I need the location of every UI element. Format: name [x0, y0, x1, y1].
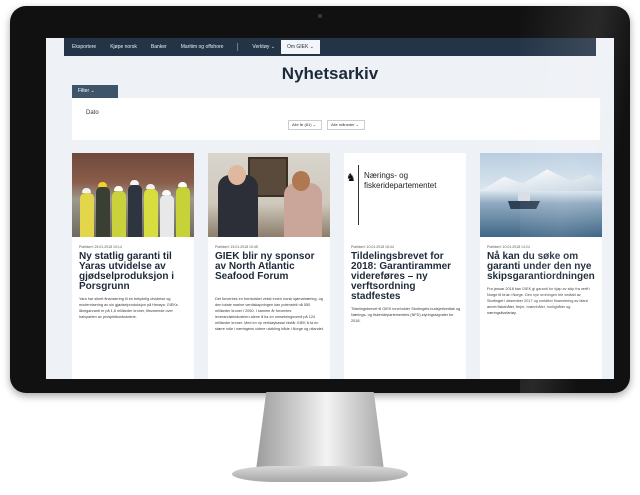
nav-item-verktoy[interactable]: Verktøy ⌄	[252, 44, 275, 50]
top-navigation: Eksportere Kjøpe norsk Banker Maritim og…	[64, 38, 596, 56]
ministry-logo: ♞ Nærings- og fiskeridepartementet	[344, 153, 466, 237]
card-title[interactable]: Nå kan du søke om garanti under den nye …	[487, 252, 599, 282]
apple-logo-icon	[312, 373, 328, 389]
nav-item-om-giek[interactable]: Om GIEK ⌄	[280, 40, 320, 54]
camera-icon	[318, 14, 322, 18]
nav-divider	[237, 43, 239, 51]
news-card[interactable]: ♞ Nærings- og fiskeridepartementet Publi…	[344, 153, 466, 379]
nav-item-maritim-offshore[interactable]: Maritim og offshore	[181, 44, 224, 50]
card-excerpt: Fra januar 2018 kan GIEK gi garanti for …	[487, 287, 591, 315]
workers-photo	[72, 153, 194, 237]
news-card-list: Publisert: 25.01.2018 10:14 Ny statlig g…	[72, 153, 602, 379]
page-title: Nyhetsarkiv	[281, 64, 379, 83]
lion-crest-icon: ♞	[346, 171, 356, 184]
card-title[interactable]: Tildelingsbrevet for 2018: Garantirammer…	[351, 252, 463, 302]
meeting-photo	[208, 153, 330, 237]
card-title[interactable]: Ny statlig garanti til Yaras utvidelse a…	[79, 252, 191, 292]
news-card[interactable]: Publisert: 15.01.2018 10:45 GIEK blir ny…	[208, 153, 330, 379]
monitor-stand-base	[232, 466, 408, 482]
card-title[interactable]: GIEK blir ny sponsor av North Atlantic S…	[215, 252, 327, 282]
news-card[interactable]: Publisert: 10.01.2018 14:24 Nå kan du sø…	[480, 153, 602, 379]
nav-item-kjope-norsk[interactable]: Kjøpe norsk	[110, 44, 137, 50]
ship-photo	[480, 153, 602, 237]
card-excerpt: Det forventes en formidabel vekst innen …	[215, 297, 324, 331]
card-date: Publisert: 10.01.2018 14:24	[487, 245, 530, 249]
date-label: Dato	[86, 110, 99, 116]
logo-divider	[358, 165, 359, 225]
monitor-stand	[256, 392, 384, 470]
card-date: Publisert: 15.01.2018 10:45	[215, 245, 258, 249]
month-select[interactable]: Alle måneder ⌄	[327, 120, 365, 130]
card-date: Publisert: 10.01.2018 15:44	[351, 245, 394, 249]
filter-button[interactable]: Filter ⌄	[72, 85, 118, 98]
card-excerpt: Yara har sikret finansiering til en bety…	[79, 297, 178, 319]
monitor-screen: Eksportere Kjøpe norsk Banker Maritim og…	[46, 38, 614, 379]
card-excerpt: Tildelingsbrevet til GIEK inneholder Sto…	[351, 307, 461, 323]
card-date: Publisert: 25.01.2018 10:14	[79, 245, 122, 249]
monitor-bezel: Eksportere Kjøpe norsk Banker Maritim og…	[10, 6, 630, 393]
ministry-name: Nærings- og fiskeridepartementet	[364, 171, 437, 190]
nav-item-eksportere[interactable]: Eksportere	[72, 44, 96, 50]
year-select[interactable]: Alle år (81) ⌄	[288, 120, 322, 130]
filter-panel	[72, 98, 600, 140]
news-card[interactable]: Publisert: 25.01.2018 10:14 Ny statlig g…	[72, 153, 194, 379]
nav-item-banker[interactable]: Banker	[151, 44, 167, 50]
